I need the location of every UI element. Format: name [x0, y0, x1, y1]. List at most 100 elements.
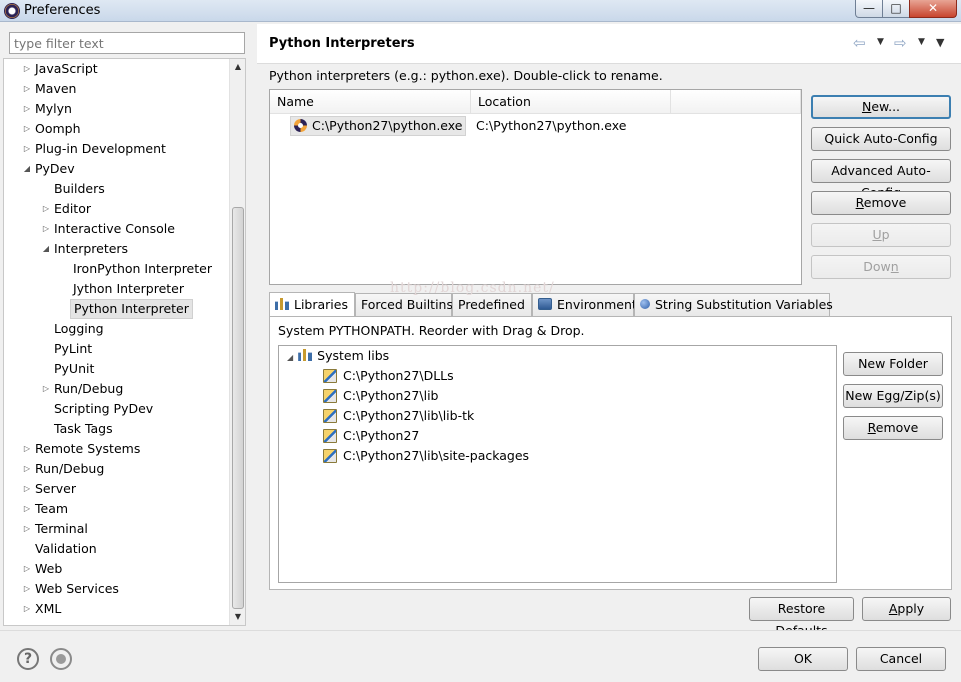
- back-dropdown-icon[interactable]: ▼: [877, 37, 884, 47]
- tree-item-label: PyUnit: [54, 361, 95, 376]
- tab-libraries[interactable]: Libraries: [269, 292, 355, 317]
- tab-predefined[interactable]: Predefined: [452, 293, 532, 317]
- collapsed-twisty-icon[interactable]: ▷: [22, 119, 32, 139]
- tree-item-label: XML: [35, 601, 62, 616]
- cancel-button[interactable]: Cancel: [856, 647, 946, 671]
- collapsed-twisty-icon[interactable]: ▷: [41, 379, 51, 399]
- tree-item[interactable]: ▷ Server: [4, 479, 230, 499]
- tab-environment[interactable]: Environment: [532, 293, 637, 317]
- library-item[interactable]: C:\Python27\lib\site-packages: [323, 446, 529, 466]
- library-item[interactable]: C:\Python27\lib\lib-tk: [323, 406, 474, 426]
- tree-item[interactable]: ▷ Run/Debug: [4, 379, 230, 399]
- tree-item[interactable]: ◢ PyDev: [4, 159, 230, 179]
- down-button[interactable]: Down: [811, 255, 951, 279]
- collapsed-twisty-icon[interactable]: ▷: [22, 519, 32, 539]
- tab-forced-builtins[interactable]: Forced Builtins: [355, 293, 453, 317]
- scroll-down-icon[interactable]: ▼: [230, 609, 245, 625]
- collapsed-twisty-icon[interactable]: ▷: [22, 99, 32, 119]
- tree-item[interactable]: ▷ Mylyn: [4, 99, 230, 119]
- tree-item[interactable]: Task Tags: [4, 419, 230, 439]
- collapsed-twisty-icon[interactable]: ▷: [22, 479, 32, 499]
- tree-item[interactable]: ▷ XML: [4, 599, 230, 619]
- forward-arrow-icon[interactable]: ⇨: [894, 34, 907, 52]
- remove-interpreter-button[interactable]: Remove: [811, 191, 951, 215]
- expanded-twisty-icon[interactable]: ◢: [287, 353, 293, 362]
- libraries-panel: System PYTHONPATH. Reorder with Drag & D…: [269, 316, 952, 590]
- tree-item[interactable]: ▷ Remote Systems: [4, 439, 230, 459]
- tree-item[interactable]: ▷ Editor: [4, 199, 230, 219]
- tree-item[interactable]: ▷ Maven: [4, 79, 230, 99]
- scroll-up-icon[interactable]: ▲: [230, 59, 245, 75]
- collapsed-twisty-icon[interactable]: ▷: [22, 559, 32, 579]
- record-macro-icon[interactable]: [50, 648, 72, 670]
- python-icon: [293, 118, 308, 133]
- close-button[interactable]: ✕: [909, 0, 957, 18]
- preferences-tree: ▷ JavaScript ▷ Maven ▷ Mylyn ▷ Oomph ▷ Plug-in De…: [3, 58, 246, 626]
- tree-item[interactable]: PyUnit: [4, 359, 230, 379]
- tree-item[interactable]: Scripting PyDev: [4, 399, 230, 419]
- column-name-header[interactable]: Name: [270, 90, 471, 114]
- quick-auto-config-button[interactable]: Quick Auto-Config: [811, 127, 951, 151]
- tree-item[interactable]: ▷ Interactive Console: [4, 219, 230, 239]
- collapsed-twisty-icon[interactable]: ▷: [22, 79, 32, 99]
- tree-item-label: Oomph: [35, 121, 81, 136]
- filter-input[interactable]: [9, 32, 245, 54]
- tree-item[interactable]: Jython Interpreter: [4, 279, 230, 299]
- collapsed-twisty-icon[interactable]: ▷: [22, 579, 32, 599]
- maximize-button[interactable]: □: [882, 0, 910, 18]
- new-interpreter-button[interactable]: New...: [811, 95, 951, 119]
- library-item[interactable]: C:\Python27: [323, 426, 419, 446]
- column-location-header[interactable]: Location: [471, 90, 671, 114]
- ok-button[interactable]: OK: [758, 647, 848, 671]
- tree-item[interactable]: ▷ Web: [4, 559, 230, 579]
- forward-dropdown-icon[interactable]: ▼: [918, 37, 925, 47]
- collapsed-twisty-icon[interactable]: ▷: [22, 59, 32, 79]
- new-folder-button[interactable]: New Folder: [843, 352, 943, 376]
- tree-scrollbar[interactable]: ▲ ▼: [229, 59, 245, 625]
- collapsed-twisty-icon[interactable]: ▷: [22, 599, 32, 619]
- tree-item-label: Team: [35, 501, 69, 516]
- tree-item[interactable]: ▷ Plug-in Development: [4, 139, 230, 159]
- collapsed-twisty-icon[interactable]: ▷: [22, 499, 32, 519]
- interpreter-name: C:\Python27\python.exe: [312, 118, 463, 133]
- advanced-auto-config-button[interactable]: Advanced Auto-Config: [811, 159, 951, 200]
- tree-item[interactable]: ◢ Interpreters: [4, 239, 230, 259]
- library-item[interactable]: C:\Python27\lib: [323, 386, 438, 406]
- new-egg-zip-button[interactable]: New Egg/Zip(s): [843, 384, 943, 408]
- scrollbar-thumb[interactable]: [232, 207, 244, 609]
- tree-item[interactable]: ▷ Terminal: [4, 519, 230, 539]
- tree-item[interactable]: ▷ JavaScript: [4, 59, 230, 79]
- up-button[interactable]: Up: [811, 223, 951, 247]
- collapsed-twisty-icon[interactable]: ▷: [22, 439, 32, 459]
- tree-item[interactable]: PyLint: [4, 339, 230, 359]
- tree-item[interactable]: ▷ Web Services: [4, 579, 230, 599]
- collapsed-twisty-icon[interactable]: ▷: [41, 199, 51, 219]
- collapsed-twisty-icon[interactable]: ▷: [41, 219, 51, 239]
- tree-item[interactable]: IronPython Interpreter: [4, 259, 230, 279]
- restore-defaults-button[interactable]: Restore Defaults: [749, 597, 854, 638]
- tree-item-label: Logging: [54, 321, 104, 336]
- remove-library-button[interactable]: Remove: [843, 416, 943, 440]
- expanded-twisty-icon[interactable]: ◢: [41, 239, 51, 259]
- watermark-text: http://blog.csdn.net/: [390, 280, 555, 296]
- table-row[interactable]: C:\Python27\python.exe: [290, 116, 467, 136]
- collapsed-twisty-icon[interactable]: ▷: [22, 139, 32, 159]
- view-menu-icon[interactable]: ▼: [936, 36, 944, 49]
- tree-item[interactable]: Builders: [4, 179, 230, 199]
- tree-item[interactable]: ▷ Team: [4, 499, 230, 519]
- minimize-button[interactable]: —: [855, 0, 883, 18]
- tree-item[interactable]: Validation: [4, 539, 230, 559]
- tree-item[interactable]: Logging: [4, 319, 230, 339]
- expanded-twisty-icon[interactable]: ◢: [22, 159, 32, 179]
- tab-string-substitution[interactable]: String Substitution Variables: [634, 293, 833, 317]
- tree-item-label: PyDev: [35, 161, 75, 176]
- collapsed-twisty-icon[interactable]: ▷: [22, 459, 32, 479]
- tree-item[interactable]: Python Interpreter: [4, 299, 230, 319]
- system-libs-node[interactable]: ◢ System libs: [287, 346, 389, 366]
- tree-item[interactable]: ▷ Run/Debug: [4, 459, 230, 479]
- help-icon[interactable]: ?: [17, 648, 39, 670]
- library-item[interactable]: C:\Python27\DLLs: [323, 366, 454, 386]
- back-arrow-icon[interactable]: ⇦: [853, 34, 866, 52]
- apply-button[interactable]: Apply: [862, 597, 951, 621]
- tree-item[interactable]: ▷ Oomph: [4, 119, 230, 139]
